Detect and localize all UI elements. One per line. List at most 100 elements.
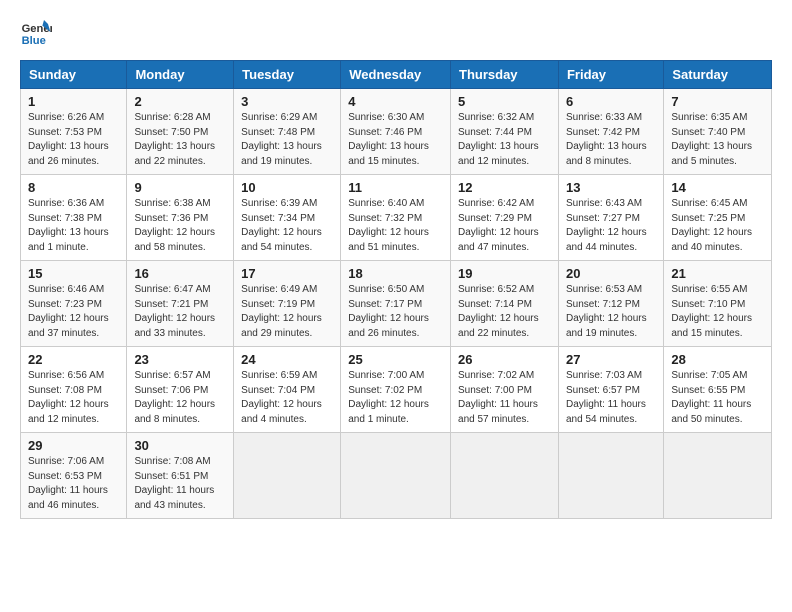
cell-info: Sunrise: 6:35 AMSunset: 7:40 PMDaylight:… (671, 112, 752, 167)
cell-info: Sunrise: 6:38 AMSunset: 7:36 PMDaylight:… (134, 198, 215, 253)
calendar-cell: 26 Sunrise: 7:02 AMSunset: 7:00 PMDaylig… (451, 347, 559, 433)
calendar-cell: 3 Sunrise: 6:29 AMSunset: 7:48 PMDayligh… (234, 89, 341, 175)
day-number: 10 (241, 180, 333, 195)
calendar-cell: 15 Sunrise: 6:46 AMSunset: 7:23 PMDaylig… (21, 261, 127, 347)
day-number: 17 (241, 266, 333, 281)
cell-info: Sunrise: 6:26 AMSunset: 7:53 PMDaylight:… (28, 112, 109, 167)
calendar-cell: 28 Sunrise: 7:05 AMSunset: 6:55 PMDaylig… (664, 347, 772, 433)
day-number: 8 (28, 180, 119, 195)
calendar-cell: 1 Sunrise: 6:26 AMSunset: 7:53 PMDayligh… (21, 89, 127, 175)
calendar-cell: 11 Sunrise: 6:40 AMSunset: 7:32 PMDaylig… (341, 175, 451, 261)
day-number: 27 (566, 352, 656, 367)
day-number: 19 (458, 266, 551, 281)
calendar-cell: 4 Sunrise: 6:30 AMSunset: 7:46 PMDayligh… (341, 89, 451, 175)
calendar-cell (451, 433, 559, 519)
cell-info: Sunrise: 6:56 AMSunset: 7:08 PMDaylight:… (28, 370, 109, 425)
cell-info: Sunrise: 7:08 AMSunset: 6:51 PMDaylight:… (134, 456, 214, 511)
day-number: 9 (134, 180, 226, 195)
calendar-cell: 13 Sunrise: 6:43 AMSunset: 7:27 PMDaylig… (558, 175, 663, 261)
cell-info: Sunrise: 6:42 AMSunset: 7:29 PMDaylight:… (458, 198, 539, 253)
calendar-week-row: 15 Sunrise: 6:46 AMSunset: 7:23 PMDaylig… (21, 261, 772, 347)
cell-info: Sunrise: 6:46 AMSunset: 7:23 PMDaylight:… (28, 284, 109, 339)
day-number: 26 (458, 352, 551, 367)
cell-info: Sunrise: 6:59 AMSunset: 7:04 PMDaylight:… (241, 370, 322, 425)
calendar-cell: 19 Sunrise: 6:52 AMSunset: 7:14 PMDaylig… (451, 261, 559, 347)
calendar-cell: 10 Sunrise: 6:39 AMSunset: 7:34 PMDaylig… (234, 175, 341, 261)
cell-info: Sunrise: 6:29 AMSunset: 7:48 PMDaylight:… (241, 112, 322, 167)
calendar-cell: 23 Sunrise: 6:57 AMSunset: 7:06 PMDaylig… (127, 347, 234, 433)
day-number: 1 (28, 94, 119, 109)
col-tuesday: Tuesday (234, 61, 341, 89)
day-number: 2 (134, 94, 226, 109)
calendar-cell: 25 Sunrise: 7:00 AMSunset: 7:02 PMDaylig… (341, 347, 451, 433)
day-number: 28 (671, 352, 764, 367)
calendar-cell: 9 Sunrise: 6:38 AMSunset: 7:36 PMDayligh… (127, 175, 234, 261)
cell-info: Sunrise: 7:02 AMSunset: 7:00 PMDaylight:… (458, 370, 538, 425)
day-number: 3 (241, 94, 333, 109)
cell-info: Sunrise: 7:00 AMSunset: 7:02 PMDaylight:… (348, 370, 429, 425)
calendar-week-row: 8 Sunrise: 6:36 AMSunset: 7:38 PMDayligh… (21, 175, 772, 261)
day-number: 16 (134, 266, 226, 281)
calendar-cell: 5 Sunrise: 6:32 AMSunset: 7:44 PMDayligh… (451, 89, 559, 175)
calendar-week-row: 1 Sunrise: 6:26 AMSunset: 7:53 PMDayligh… (21, 89, 772, 175)
cell-info: Sunrise: 6:39 AMSunset: 7:34 PMDaylight:… (241, 198, 322, 253)
col-monday: Monday (127, 61, 234, 89)
cell-info: Sunrise: 6:30 AMSunset: 7:46 PMDaylight:… (348, 112, 429, 167)
day-number: 12 (458, 180, 551, 195)
cell-info: Sunrise: 6:36 AMSunset: 7:38 PMDaylight:… (28, 198, 109, 253)
calendar-cell: 17 Sunrise: 6:49 AMSunset: 7:19 PMDaylig… (234, 261, 341, 347)
cell-info: Sunrise: 6:52 AMSunset: 7:14 PMDaylight:… (458, 284, 539, 339)
day-number: 4 (348, 94, 443, 109)
cell-info: Sunrise: 6:57 AMSunset: 7:06 PMDaylight:… (134, 370, 215, 425)
cell-info: Sunrise: 6:45 AMSunset: 7:25 PMDaylight:… (671, 198, 752, 253)
cell-info: Sunrise: 6:33 AMSunset: 7:42 PMDaylight:… (566, 112, 647, 167)
day-number: 11 (348, 180, 443, 195)
logo-icon: General Blue (20, 16, 52, 48)
calendar-cell: 12 Sunrise: 6:42 AMSunset: 7:29 PMDaylig… (451, 175, 559, 261)
calendar-cell: 7 Sunrise: 6:35 AMSunset: 7:40 PMDayligh… (664, 89, 772, 175)
day-number: 30 (134, 438, 226, 453)
day-number: 5 (458, 94, 551, 109)
page-header: General Blue (20, 16, 772, 48)
calendar-table: Sunday Monday Tuesday Wednesday Thursday… (20, 60, 772, 519)
cell-info: Sunrise: 7:06 AMSunset: 6:53 PMDaylight:… (28, 456, 108, 511)
cell-info: Sunrise: 6:49 AMSunset: 7:19 PMDaylight:… (241, 284, 322, 339)
svg-text:Blue: Blue (22, 35, 46, 47)
calendar-week-row: 22 Sunrise: 6:56 AMSunset: 7:08 PMDaylig… (21, 347, 772, 433)
day-number: 6 (566, 94, 656, 109)
day-number: 23 (134, 352, 226, 367)
calendar-cell (664, 433, 772, 519)
cell-info: Sunrise: 6:53 AMSunset: 7:12 PMDaylight:… (566, 284, 647, 339)
logo: General Blue (20, 16, 52, 48)
calendar-body: 1 Sunrise: 6:26 AMSunset: 7:53 PMDayligh… (21, 89, 772, 519)
day-number: 29 (28, 438, 119, 453)
calendar-cell (558, 433, 663, 519)
day-number: 14 (671, 180, 764, 195)
col-sunday: Sunday (21, 61, 127, 89)
calendar-cell: 8 Sunrise: 6:36 AMSunset: 7:38 PMDayligh… (21, 175, 127, 261)
cell-info: Sunrise: 7:05 AMSunset: 6:55 PMDaylight:… (671, 370, 751, 425)
calendar-cell (234, 433, 341, 519)
day-number: 15 (28, 266, 119, 281)
col-friday: Friday (558, 61, 663, 89)
col-wednesday: Wednesday (341, 61, 451, 89)
cell-info: Sunrise: 6:55 AMSunset: 7:10 PMDaylight:… (671, 284, 752, 339)
calendar-cell: 22 Sunrise: 6:56 AMSunset: 7:08 PMDaylig… (21, 347, 127, 433)
day-number: 24 (241, 352, 333, 367)
calendar-cell: 21 Sunrise: 6:55 AMSunset: 7:10 PMDaylig… (664, 261, 772, 347)
day-number: 18 (348, 266, 443, 281)
header-row: Sunday Monday Tuesday Wednesday Thursday… (21, 61, 772, 89)
cell-info: Sunrise: 6:28 AMSunset: 7:50 PMDaylight:… (134, 112, 215, 167)
calendar-cell: 16 Sunrise: 6:47 AMSunset: 7:21 PMDaylig… (127, 261, 234, 347)
cell-info: Sunrise: 6:50 AMSunset: 7:17 PMDaylight:… (348, 284, 429, 339)
cell-info: Sunrise: 7:03 AMSunset: 6:57 PMDaylight:… (566, 370, 646, 425)
calendar-cell: 27 Sunrise: 7:03 AMSunset: 6:57 PMDaylig… (558, 347, 663, 433)
col-saturday: Saturday (664, 61, 772, 89)
calendar-cell: 14 Sunrise: 6:45 AMSunset: 7:25 PMDaylig… (664, 175, 772, 261)
calendar-cell: 30 Sunrise: 7:08 AMSunset: 6:51 PMDaylig… (127, 433, 234, 519)
calendar-cell: 18 Sunrise: 6:50 AMSunset: 7:17 PMDaylig… (341, 261, 451, 347)
calendar-cell: 2 Sunrise: 6:28 AMSunset: 7:50 PMDayligh… (127, 89, 234, 175)
day-number: 21 (671, 266, 764, 281)
cell-info: Sunrise: 6:40 AMSunset: 7:32 PMDaylight:… (348, 198, 429, 253)
calendar-cell: 24 Sunrise: 6:59 AMSunset: 7:04 PMDaylig… (234, 347, 341, 433)
